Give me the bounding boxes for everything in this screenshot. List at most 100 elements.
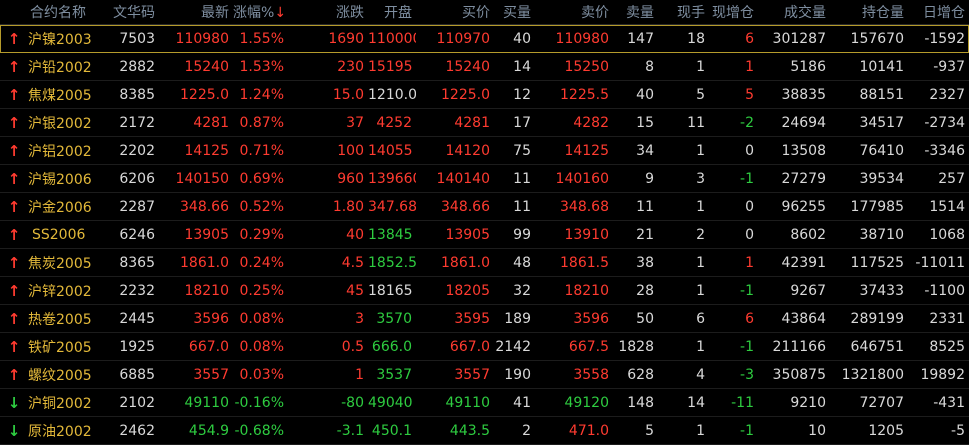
cell-oi: 157670 bbox=[850, 30, 904, 47]
table-row[interactable]: ↓ 原油2002 2462 454.9 -0.68% -3.1 450.1 443.5 2 471… bbox=[0, 417, 969, 445]
cell-name[interactable]: ↑ 沪铝2002 bbox=[0, 141, 101, 161]
col-ask-vol-header[interactable]: 卖量 bbox=[613, 2, 658, 22]
cell-chg: 3 bbox=[355, 310, 364, 327]
cell-pct: 0.52% bbox=[239, 198, 284, 215]
cell-volume: 350875 bbox=[772, 366, 826, 383]
cell-name[interactable]: ↑ 热卷2005 bbox=[0, 309, 101, 329]
table-row[interactable]: ↑ 螺纹2005 6885 3557 0.03% 1 3537 3557 190 3558 628 4… bbox=[0, 361, 969, 389]
cell-day-oi: -937 bbox=[933, 58, 965, 75]
cell-ask: 348.68 bbox=[560, 198, 609, 215]
table-row[interactable]: ↑ 焦炭2005 8365 1861.0 0.24% 4.5 1852.5 1861.0 48 1… bbox=[0, 249, 969, 277]
col-day-oi-header[interactable]: 日增仓 bbox=[908, 2, 969, 22]
cell-open: 3570 bbox=[376, 310, 412, 327]
cell-ask: 1861.5 bbox=[560, 254, 609, 271]
cell-bid: 667.0 bbox=[449, 338, 490, 355]
cell-ask-vol: 50 bbox=[636, 310, 654, 327]
table-row[interactable]: ↓ 沪铜2002 2102 49110 -0.16% -80 49040 49110 41 491… bbox=[0, 389, 969, 417]
cell-oi: 1321800 bbox=[841, 366, 904, 383]
cell-name[interactable]: ↑ 焦炭2005 bbox=[0, 253, 101, 273]
table-row[interactable]: ↑ 热卷2005 2445 3596 0.08% 3 3570 3595 189 3596 50 6 6… bbox=[0, 305, 969, 333]
contract-name: SS2006 bbox=[32, 226, 86, 243]
cell-ask: 667.5 bbox=[568, 338, 609, 355]
col-bid-header[interactable]: 买价 bbox=[416, 2, 494, 22]
arrow-up-icon: ↑ bbox=[7, 141, 21, 160]
col-cur-oi-header[interactable]: 现增仓 bbox=[709, 2, 758, 22]
table-row[interactable]: ↑ 沪锌2002 2232 18210 0.25% 45 18165 18205 32 18210… bbox=[0, 277, 969, 305]
cell-open: 139660 bbox=[368, 170, 416, 187]
cell-open: 49040 bbox=[368, 394, 413, 411]
arrow-up-icon: ↑ bbox=[7, 253, 21, 272]
col-ask-header[interactable]: 卖价 bbox=[535, 2, 613, 22]
cell-ask-vol: 28 bbox=[636, 282, 654, 299]
cell-day-oi: 8525 bbox=[929, 338, 965, 355]
cell-volume: 24694 bbox=[781, 114, 826, 131]
table-row[interactable]: ↑ 焦煤2005 8385 1225.0 1.24% 15.0 1210.0 1225.0 12… bbox=[0, 81, 969, 109]
cell-bid-vol: 17 bbox=[513, 114, 531, 131]
cell-name[interactable]: ↑ SS2006 bbox=[0, 226, 101, 244]
cell-cur: 1 bbox=[696, 198, 705, 215]
cell-bid: 1225.0 bbox=[441, 86, 490, 103]
cell-name[interactable]: ↑ 焦煤2005 bbox=[0, 85, 101, 105]
col-pct-header[interactable]: 涨幅%↓ bbox=[233, 2, 288, 22]
table-row[interactable]: ↑ 沪镍2003 7503 110980 1.55% 1690110000 110970 40… bbox=[0, 25, 969, 53]
cell-ask-vol: 11 bbox=[636, 198, 654, 215]
table-row[interactable]: ↑ 沪金2006 2287 348.66 0.52% 1.80 347.68 348.66 11… bbox=[0, 193, 969, 221]
cell-oi: 37433 bbox=[859, 282, 904, 299]
cell-pct: 1.24% bbox=[239, 86, 284, 103]
cell-volume: 5186 bbox=[790, 58, 826, 75]
col-code-header[interactable]: 文华码 bbox=[101, 2, 159, 22]
cell-name[interactable]: ↑ 沪铅2002 bbox=[0, 57, 101, 77]
cell-chg: 0.5 bbox=[341, 338, 364, 355]
cell-ask: 15250 bbox=[564, 58, 609, 75]
cell-name[interactable]: ↑ 螺纹2005 bbox=[0, 365, 101, 385]
cell-ask: 49120 bbox=[564, 394, 609, 411]
cell-name[interactable]: ↑ 沪镍2003 bbox=[0, 29, 101, 49]
cell-volume: 43864 bbox=[781, 310, 826, 327]
cell-last: 667.0 bbox=[188, 338, 229, 355]
col-chg-header[interactable]: 涨跌 bbox=[288, 2, 368, 22]
quote-table: 合约名称 文华码 最新 涨幅%↓ 涨跌 开盘 买价 买量 卖价 卖量 现手 现增… bbox=[0, 0, 969, 445]
cell-cur-oi: -1 bbox=[740, 282, 754, 299]
col-volume-header[interactable]: 成交量 bbox=[758, 2, 830, 22]
cell-name[interactable]: ↑ 沪金2006 bbox=[0, 197, 101, 217]
arrow-up-icon: ↑ bbox=[7, 29, 21, 48]
col-name-header[interactable]: 合约名称 bbox=[0, 2, 101, 22]
cell-name[interactable]: ↓ 沪铜2002 bbox=[0, 393, 101, 413]
table-row[interactable]: ↑ 沪银2002 2172 4281 0.87% 37 4252 4281 17 4282 15 11… bbox=[0, 109, 969, 137]
cell-open: 18165 bbox=[368, 282, 413, 299]
arrow-up-icon: ↑ bbox=[7, 197, 21, 216]
contract-name: 铁矿2005 bbox=[28, 339, 92, 356]
contract-name: 焦炭2005 bbox=[28, 255, 92, 272]
cell-cur: 11 bbox=[687, 114, 705, 131]
cell-name[interactable]: ↑ 沪锌2002 bbox=[0, 281, 101, 301]
cell-day-oi: 257 bbox=[938, 170, 965, 187]
table-row[interactable]: ↑ 沪锡2006 6206 140150 0.69% 960139660 140140 11 1… bbox=[0, 165, 969, 193]
cell-pct: 0.29% bbox=[239, 226, 284, 243]
contract-name: 沪锡2006 bbox=[28, 171, 92, 188]
cell-chg: 100 bbox=[337, 142, 364, 159]
col-oi-header[interactable]: 持仓量 bbox=[830, 2, 908, 22]
cell-open: 110000 bbox=[368, 30, 416, 47]
col-open-header[interactable]: 开盘 bbox=[368, 2, 416, 22]
cell-ask-vol: 148 bbox=[627, 394, 654, 411]
cell-name[interactable]: ↑ 铁矿2005 bbox=[0, 337, 101, 357]
cell-cur-oi: -1 bbox=[740, 170, 754, 187]
contract-name: 焦煤2005 bbox=[28, 87, 92, 104]
cell-bid-vol: 32 bbox=[513, 282, 531, 299]
col-pct-label: 涨幅% bbox=[233, 5, 275, 21]
cell-name[interactable]: ↑ 沪银2002 bbox=[0, 113, 101, 133]
table-row[interactable]: ↑ 沪铅2002 2882 15240 1.53% 230 15195 15240 14 1525… bbox=[0, 53, 969, 81]
col-bid-vol-header[interactable]: 买量 bbox=[494, 2, 535, 22]
table-row[interactable]: ↑ SS2006 6246 13905 0.29% 40 13845 13905 99 13910… bbox=[0, 221, 969, 249]
cell-pct: 1.55% bbox=[239, 30, 284, 47]
cell-name[interactable]: ↑ 沪锡2006 bbox=[0, 169, 101, 189]
col-last-header[interactable]: 最新 bbox=[159, 2, 233, 22]
col-cur-header[interactable]: 现手 bbox=[658, 2, 709, 22]
table-row[interactable]: ↑ 铁矿2005 1925 667.0 0.08% 0.5 666.0 667.0 2142 66… bbox=[0, 333, 969, 361]
cell-cur: 1 bbox=[696, 58, 705, 75]
table-row[interactable]: ↑ 沪铝2002 2202 14125 0.71% 100 14055 14120 75 1412… bbox=[0, 137, 969, 165]
cell-open: 1210.0 bbox=[368, 86, 416, 103]
cell-day-oi: -1592 bbox=[924, 30, 965, 47]
cell-bid-vol: 14 bbox=[513, 58, 531, 75]
cell-cur: 6 bbox=[696, 310, 705, 327]
